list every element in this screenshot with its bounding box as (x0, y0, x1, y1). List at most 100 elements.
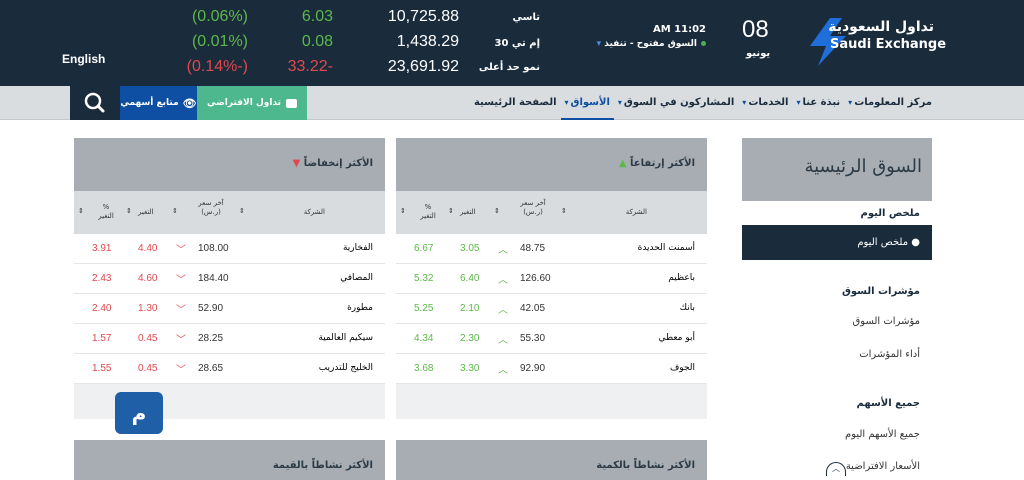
chevron-down-icon: ▾ (848, 98, 853, 107)
last-price: 28.65 (198, 363, 224, 374)
col-company[interactable]: الشركة (626, 208, 647, 217)
company-name: أبو معطي (658, 333, 695, 343)
change-value: 1.30 (138, 303, 158, 314)
table-row[interactable]: باعظيم 126.60 6.40 5.32 ︿ (396, 264, 707, 294)
gainers-title: الأكثر إرتفاعاً (630, 158, 695, 169)
company-name: الجوف (669, 363, 695, 373)
table-row[interactable]: بانك 42.05 2.10 5.25 ︿ (396, 294, 707, 324)
watchlist-button[interactable]: 👁 متابع أسهمي (120, 86, 197, 120)
table-row[interactable]: الفخارية 108.00 4.40 3.91 ﹀ (74, 234, 385, 264)
index-value: 1,438.29 (396, 33, 459, 50)
index-value: 10,725.88 (387, 8, 459, 25)
top-losers-panel: الأكثر إنخفاضاً ▼ الشركة آخر سعر (ر.س) ا… (74, 138, 385, 419)
last-price: 28.25 (198, 333, 224, 344)
chevron-down-icon: ▾ (596, 39, 602, 49)
search-button[interactable] (70, 86, 120, 120)
col-last-price[interactable]: آخر سعر (ر.س) (516, 199, 550, 217)
last-price: 184.40 (198, 273, 229, 284)
table-header: الشركة آخر سعر (ر.س) التغير % التغير ⇕ ⇕… (396, 191, 707, 234)
col-change[interactable]: التغير (138, 208, 154, 217)
nav-item[interactable]: الخدمات▾ (738, 86, 792, 120)
change-value: 4.60 (138, 273, 158, 284)
eye-icon: 👁 (182, 96, 197, 110)
sidebar-section-market-indices[interactable]: مؤشرات السوق (742, 286, 932, 297)
nav-item-label: نبذة عنا (802, 97, 841, 108)
nav-item[interactable]: مركز المعلومات▾ (844, 86, 936, 120)
chevron-down-icon: ▾ (564, 98, 569, 107)
chevron-down-icon: ▾ (742, 98, 747, 107)
sort-icon[interactable]: ⇕ (448, 207, 454, 216)
table-row[interactable]: الجوف 92.90 3.30 3.68 ︿ (396, 354, 707, 384)
chevron-up-icon: ︿ (498, 365, 508, 376)
arrow-up-icon: ▲ (618, 158, 627, 169)
index-percent: (0.06%) (191, 8, 248, 25)
percent-value: 3.91 (92, 243, 112, 254)
sidebar-section-all-stocks[interactable]: جميع الأسهم (742, 398, 932, 409)
index-change: 33.22- (287, 58, 333, 75)
change-value: 3.30 (460, 363, 480, 374)
table-row[interactable]: المصافي 184.40 4.60 2.43 ﹀ (74, 264, 385, 294)
percent-value: 2.40 (92, 303, 112, 314)
sort-icon[interactable]: ⇕ (126, 207, 132, 216)
chevron-down-icon: ▾ (617, 98, 622, 107)
losers-title: الأكثر إنخفاضاً (303, 158, 373, 169)
panel-title: الأكثر إنخفاضاً ▼ (74, 138, 385, 191)
table-row[interactable]: أبو معطي 55.30 2.30 4.34 ︿ (396, 324, 707, 354)
sort-icon[interactable]: ⇕ (172, 207, 178, 216)
market-status[interactable]: السوق مفتوح - تنفيذ ▾ (597, 39, 706, 49)
watchlist-label: متابع أسهمي (120, 98, 179, 108)
index-value: 23,691.92 (387, 58, 459, 75)
market-time: AM 11:02 (652, 24, 706, 35)
status-dot-icon (701, 41, 706, 46)
nav-item[interactable]: الصفحة الرئيسية (470, 86, 561, 120)
chevron-down-icon: ▾ (796, 98, 801, 107)
table-header: الشركة آخر سعر (ر.س) التغير % التغير ⇕ ⇕… (74, 191, 385, 234)
nav-item-label: الصفحة الرئيسية (473, 97, 557, 108)
sort-icon[interactable]: ⇕ (494, 207, 500, 216)
nav-item[interactable]: الأسواق▾ (560, 86, 614, 120)
chevron-up-icon: ︿ (832, 464, 840, 473)
sort-icon[interactable]: ⇕ (561, 207, 567, 216)
chevron-up-icon: ︿ (498, 335, 508, 346)
col-company[interactable]: الشركة (304, 208, 325, 217)
sidebar-item-day-summary[interactable]: ● ملخص اليوم (742, 225, 932, 260)
col-change[interactable]: التغير (460, 208, 476, 217)
sidebar-item-indices-performance[interactable]: أداء المؤشرات (742, 349, 932, 360)
sidebar-title: السوق الرئيسية (742, 138, 932, 201)
index-change: 0.08 (301, 33, 333, 50)
sidebar-section-day-summary[interactable]: ملخص اليوم (742, 208, 932, 219)
table-row[interactable]: أسمنت الحديدة 48.75 3.05 6.67 ︿ (396, 234, 707, 264)
logo-english[interactable]: Saudi Exchange (830, 37, 946, 52)
most-active-by-quantity-panel: الأكثر نشاطاً بالكمية (396, 440, 707, 480)
sidebar-item-all-stocks-today[interactable]: جميع الأسهم اليوم (742, 429, 932, 440)
change-value: 6.40 (460, 273, 480, 284)
col-percent[interactable]: % التغير (96, 203, 116, 221)
sort-icon[interactable]: ⇕ (78, 207, 84, 216)
sort-icon[interactable]: ⇕ (400, 207, 406, 216)
chevron-down-icon: ﹀ (176, 275, 186, 286)
day-number: 08 (742, 16, 769, 43)
sort-icon[interactable]: ⇕ (239, 207, 245, 216)
language-toggle[interactable]: English (62, 52, 105, 66)
sidebar-item-market-indices[interactable]: مؤشرات السوق (742, 316, 932, 327)
change-value: 4.40 (138, 243, 158, 254)
percent-value: 2.43 (92, 273, 112, 284)
day-name: يونيو (746, 48, 771, 59)
nav-item[interactable]: المشاركون في السوق▾ (614, 86, 738, 120)
watermark-logo: م (115, 392, 163, 434)
nav-item[interactable]: نبذة عنا▾ (792, 86, 844, 120)
main-nav: الصفحة الرئيسية الأسواق▾ المشاركون في السو… (470, 86, 936, 120)
col-last-price[interactable]: آخر سعر (ر.س) (194, 199, 228, 217)
virtual-trading-button[interactable]: تداول الافتراضي (197, 86, 307, 120)
table-row[interactable]: مطورة 52.90 1.30 2.40 ﹀ (74, 294, 385, 324)
logo-arabic[interactable]: تداول السعودية (828, 19, 934, 35)
table-row[interactable]: سيكيم العالمية 28.25 0.45 1.57 ﹀ (74, 324, 385, 354)
col-percent[interactable]: % التغير (418, 203, 438, 221)
chevron-down-icon: ﹀ (176, 365, 186, 376)
top-bar: تداول السعودية Saudi Exchange 08 يونيو A… (0, 0, 1024, 86)
table-row[interactable]: الخليج للتدريب 28.65 0.45 1.55 ﹀ (74, 354, 385, 384)
index-percent: (0.01%) (191, 33, 248, 50)
most-active-by-value-panel: الأكثر نشاطاً بالقيمة (74, 440, 385, 480)
company-name: بانك (679, 303, 695, 313)
company-name: باعظيم (668, 273, 695, 283)
